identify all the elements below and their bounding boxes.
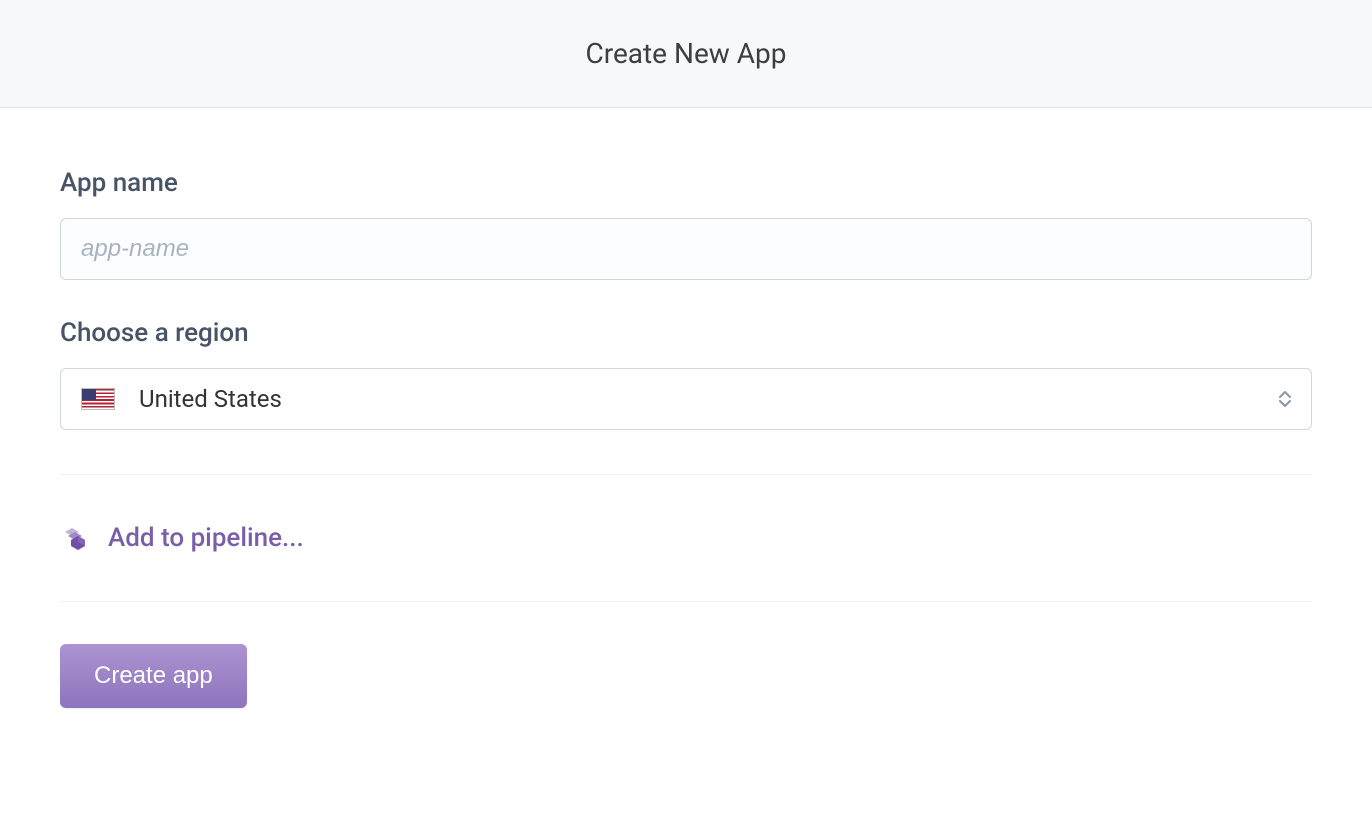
page-header: Create New App [0, 0, 1372, 108]
app-name-input[interactable] [60, 218, 1312, 280]
chevron-up-down-icon [1279, 390, 1291, 408]
page-title: Create New App [585, 37, 786, 70]
divider [60, 474, 1312, 475]
add-to-pipeline-button[interactable]: Add to pipeline... [60, 523, 1312, 553]
create-app-button-label: Create app [94, 662, 213, 689]
create-app-button[interactable]: Create app [60, 644, 247, 708]
add-to-pipeline-label: Add to pipeline... [108, 523, 304, 553]
region-select[interactable]: United States [60, 368, 1312, 430]
app-name-label: App name [60, 168, 1312, 198]
region-label: Choose a region [60, 318, 1312, 348]
pipeline-icon [60, 523, 90, 553]
us-flag-icon [81, 388, 115, 410]
form-content: App name Choose a region United States [0, 108, 1372, 708]
divider [60, 601, 1312, 602]
region-selected-value: United States [139, 385, 282, 413]
